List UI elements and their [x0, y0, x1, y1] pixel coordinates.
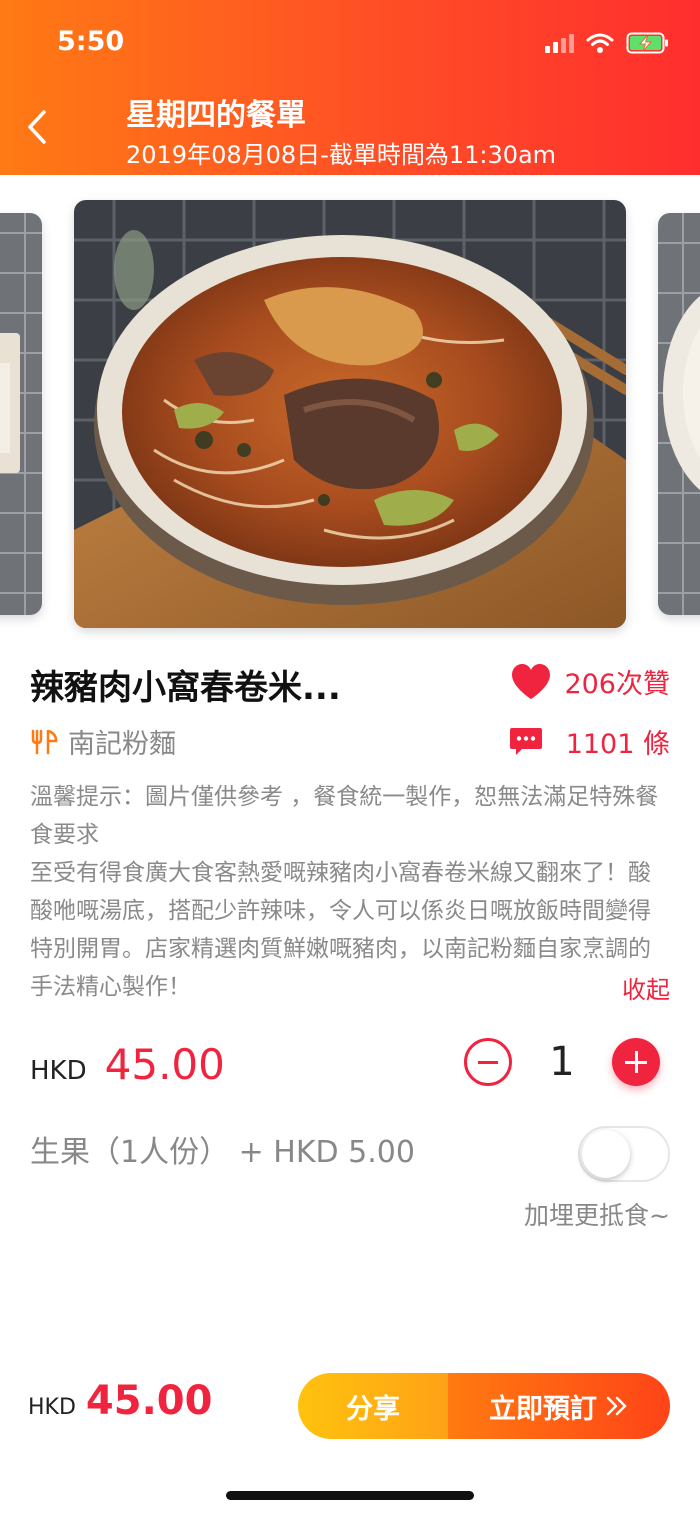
- order-label: 立即預訂: [489, 1393, 597, 1425]
- unit-price: HKD 45.00: [30, 1040, 225, 1089]
- addon-hint: 加埋更抵食~: [524, 1201, 670, 1230]
- page-subtitle: 2019年08月08日-截單時間為11:30am: [126, 141, 557, 169]
- like-count: 206次贊: [564, 669, 670, 700]
- collapse-link[interactable]: 收起: [622, 970, 670, 1005]
- price-currency: HKD: [30, 1056, 87, 1086]
- dish-name: 辣豬肉小窩春卷米...: [30, 668, 341, 708]
- restaurant: 南記粉麵: [30, 722, 176, 761]
- header: 5:50 星期四的餐單 2019年08月08日-截單時間為11:30am: [0, 0, 700, 175]
- home-indicator[interactable]: [226, 1491, 474, 1500]
- comment-icon[interactable]: [508, 726, 544, 758]
- description-text: 至受有得食廣大食客熱愛嘅辣豬肉小窩春卷米線又翻來了！酸酸咃嘅湯底，搭配少許辣味，…: [30, 860, 651, 1000]
- notice-text: 溫馨提示：圖片僅供參考 ，餐食統一製作，恕無法滿足特殊餐食要求: [30, 784, 659, 848]
- carousel-card-next[interactable]: [658, 213, 700, 615]
- fork-knife-icon: [31, 729, 58, 754]
- addon-label: 生果（1人份） + HKD 5.00: [30, 1135, 415, 1170]
- comment-counter[interactable]: 1101 條: [508, 722, 670, 761]
- restaurant-name: 南記粉麵: [68, 729, 176, 760]
- order-now-button[interactable]: 立即預訂: [448, 1373, 670, 1439]
- back-icon[interactable]: [22, 104, 58, 150]
- dish-description: 溫馨提示：圖片僅供參考 ，餐食統一製作，恕無法滿足特殊餐食要求 至受有得食廣大食…: [30, 778, 670, 1006]
- decrease-button[interactable]: [464, 1038, 512, 1086]
- increase-button[interactable]: [612, 1038, 660, 1086]
- total-price: HKD 45.00: [28, 1378, 212, 1424]
- wifi-icon: [586, 33, 614, 53]
- quantity-value: 1: [549, 1039, 575, 1085]
- status-time: 5:50: [57, 26, 125, 57]
- battery-charging-icon: [626, 32, 668, 54]
- total-currency: HKD: [28, 1395, 76, 1420]
- dish-photo[interactable]: [74, 200, 626, 628]
- like-counter[interactable]: 206次贊: [510, 662, 670, 701]
- heart-icon[interactable]: [510, 663, 552, 701]
- page-title: 星期四的餐單: [126, 98, 306, 133]
- total-amount: 45.00: [85, 1378, 213, 1424]
- dish-image-carousel[interactable]: [0, 175, 700, 645]
- comment-count: 1101 條: [565, 729, 670, 760]
- share-label: 分享: [346, 1393, 400, 1425]
- status-icons: [545, 30, 670, 56]
- share-button[interactable]: 分享: [298, 1373, 448, 1439]
- toggle-knob: [582, 1130, 630, 1178]
- double-chevron-right-icon: [606, 1396, 627, 1416]
- action-buttons: 分享 立即預訂: [298, 1373, 670, 1439]
- carousel-card-previous[interactable]: [0, 213, 42, 615]
- signal-icon: [545, 33, 574, 53]
- quantity-stepper: 1: [464, 1038, 660, 1086]
- price-amount: 45.00: [104, 1040, 225, 1089]
- addon-toggle[interactable]: [578, 1126, 670, 1182]
